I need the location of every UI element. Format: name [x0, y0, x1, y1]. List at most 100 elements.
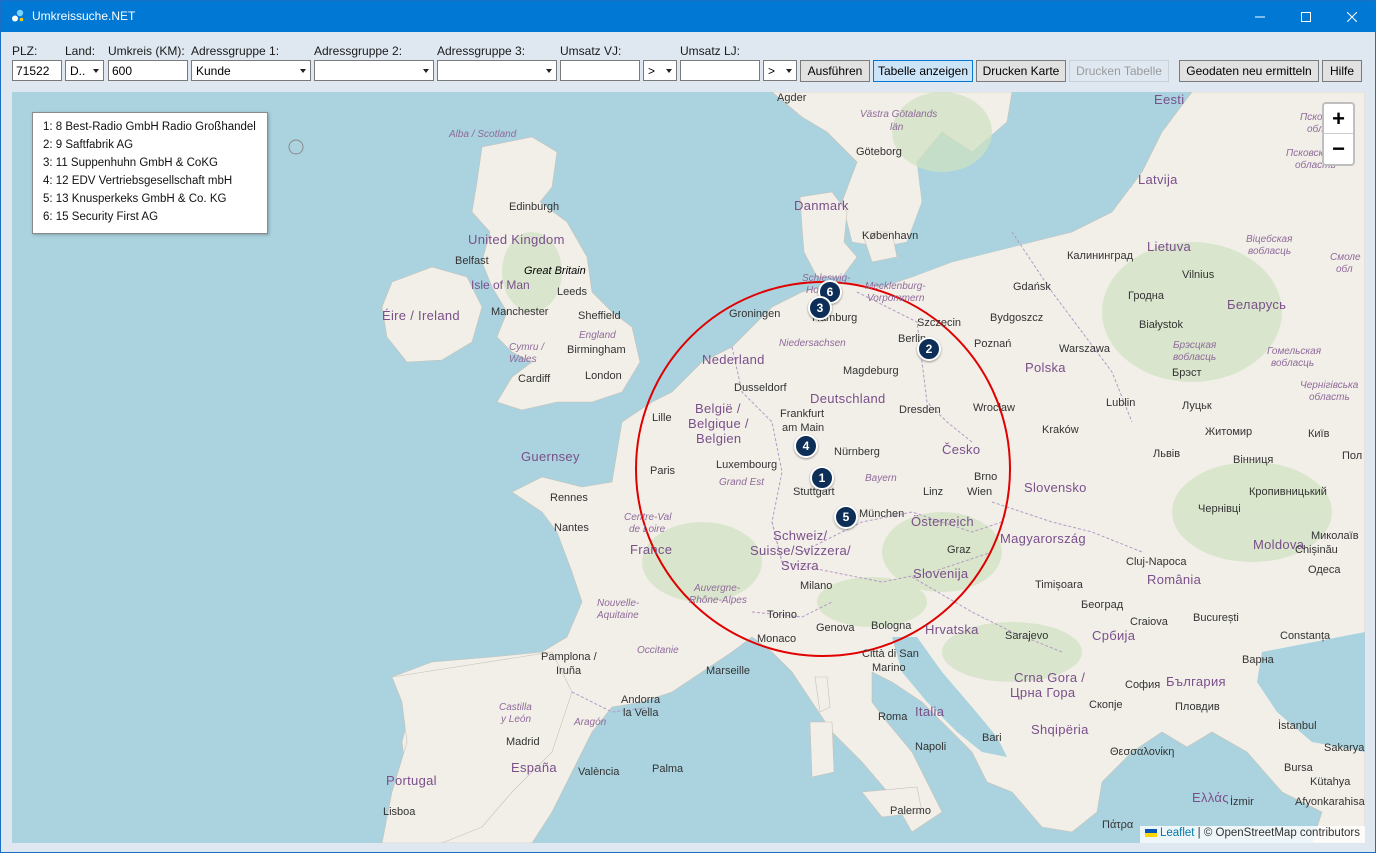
- ausfuehren-button[interactable]: Ausführen: [800, 60, 870, 82]
- map-label-schweiz3: Svizra: [781, 558, 819, 573]
- map-city-nantes: Nantes: [554, 522, 589, 534]
- drucken-karte-button[interactable]: Drucken Karte: [976, 60, 1066, 82]
- map-region-nouvelle2: Aquitaine: [597, 610, 639, 621]
- map-label-srbija: Србија: [1092, 628, 1136, 643]
- land-select[interactable]: D..: [65, 60, 104, 81]
- legend-item: 2: 9 Saftfabrik AG: [43, 139, 134, 151]
- map-label-schweiz2: Suisse/Svizzera/: [750, 543, 851, 558]
- map-marker-2[interactable]: 2: [917, 337, 941, 361]
- map-label-ellas: Ελλάς: [1192, 790, 1229, 805]
- map-label-portugal: Portugal: [386, 773, 437, 788]
- map-city-thessaloniki: Θεσσαλονίκη: [1110, 746, 1175, 758]
- maximize-button[interactable]: [1283, 1, 1329, 32]
- minimize-button[interactable]: [1237, 1, 1283, 32]
- map-view[interactable]: Eesti Latvija Lietuva Danmark United Kin…: [12, 92, 1365, 843]
- map-region-chernih1: Чернігівська: [1300, 380, 1359, 391]
- map-label-hrvatska: Hrvatska: [925, 622, 979, 637]
- map-label-guernsey: Guernsey: [521, 449, 580, 464]
- map-city-paris: Paris: [650, 465, 676, 477]
- map-city-vilnius: Vilnius: [1182, 269, 1215, 281]
- map-city-constanta: Constanța: [1280, 630, 1331, 642]
- map-city-marseille: Marseille: [706, 665, 751, 677]
- map-city-genova: Genova: [816, 622, 855, 634]
- map-city-citta1: Città di San: [862, 648, 919, 660]
- map-city-bari: Bari: [982, 732, 1002, 744]
- app-window: Umkreissuche.NET PLZ: 71522 Land: D.. Um…: [0, 0, 1376, 853]
- map-city-bucuresti: București: [1193, 612, 1239, 624]
- map-city-goteborg: Göteborg: [856, 146, 902, 158]
- umsatz-vj-operator-select[interactable]: >: [643, 60, 677, 81]
- map-label-lietuva: Lietuva: [1147, 239, 1192, 254]
- map-marker-3[interactable]: 3: [808, 296, 832, 320]
- map-city-warszawa: Warszawa: [1059, 343, 1110, 355]
- map-city-andorra2: la Vella: [623, 707, 659, 719]
- map-city-napoli: Napoli: [915, 741, 947, 753]
- hilfe-button[interactable]: Hilfe: [1322, 60, 1362, 82]
- map-city-kyiv: Київ: [1308, 428, 1330, 440]
- adressgruppe2-select[interactable]: [314, 60, 434, 81]
- map-city-magdeburg: Magdeburg: [843, 365, 899, 377]
- map-region-niedersachsen: Niedersachsen: [779, 338, 846, 349]
- map-marker-1[interactable]: 1: [810, 466, 834, 490]
- map-region-grand-est: Grand Est: [719, 477, 765, 488]
- map-city-palermo: Palermo: [890, 805, 931, 817]
- map-city-pamplona1: Pamplona /: [541, 651, 597, 663]
- map-label-espana: España: [511, 760, 557, 775]
- plz-input[interactable]: 71522: [12, 60, 62, 81]
- map-region-centre2: de Loire: [629, 524, 666, 535]
- adressgruppe1-select[interactable]: Kunde: [191, 60, 311, 81]
- map-city-isle-of-man: Isle of Man: [471, 278, 530, 292]
- map-marker-5[interactable]: 5: [834, 505, 858, 529]
- map-city-craiova: Craiova: [1130, 616, 1168, 628]
- map-region-alba: Alba / Scotland: [449, 129, 517, 140]
- close-button[interactable]: [1329, 1, 1375, 32]
- map-region-cymru2: Wales: [509, 354, 537, 365]
- map-city-grodno: Гродна: [1128, 290, 1164, 302]
- map-label-crna-gora2: Црна Гора: [1010, 685, 1076, 700]
- map-city-cardiff: Cardiff: [518, 373, 551, 385]
- map-city-torino: Torino: [767, 609, 797, 621]
- drucken-tabelle-button[interactable]: Drucken Tabelle: [1069, 60, 1169, 82]
- umsatz-lj-input[interactable]: [680, 60, 760, 81]
- map-label-schweiz1: Schweiz/: [773, 528, 828, 543]
- umsatz-lj-operator-value: >: [768, 64, 776, 78]
- map-city-lutsk: Луцьк: [1182, 400, 1212, 412]
- map-region-castilla1: Castilla: [499, 702, 532, 713]
- zoom-out-button[interactable]: −: [1324, 134, 1353, 164]
- zoom-in-button[interactable]: +: [1324, 104, 1353, 134]
- map-region-gomel1: Гомельская: [1267, 346, 1322, 357]
- map-marker-4[interactable]: 4: [794, 434, 818, 458]
- zoom-control: + −: [1322, 102, 1355, 166]
- map-city-vinnytsia: Вінниця: [1233, 454, 1274, 466]
- adressgruppe3-select[interactable]: [437, 60, 557, 81]
- app-icon: [12, 9, 24, 22]
- tabelle-anzeigen-button[interactable]: Tabelle anzeigen: [873, 60, 973, 82]
- leaflet-link[interactable]: Leaflet: [1160, 827, 1195, 839]
- map-city-groningen: Groningen: [729, 308, 781, 320]
- adressgruppe3-label: Adressgruppe 3:: [437, 44, 526, 58]
- umkreis-input[interactable]: 600: [108, 60, 188, 81]
- land-label: Land:: [65, 44, 96, 58]
- map-city-leeds: Leeds: [557, 286, 587, 298]
- chevron-down-icon: [546, 69, 552, 73]
- umsatz-lj-operator-select[interactable]: >: [763, 60, 797, 81]
- chevron-down-icon: [423, 69, 429, 73]
- map-region-gomel2: вобласць: [1271, 358, 1315, 369]
- map-label-romania: România: [1147, 572, 1202, 587]
- map-city-rennes: Rennes: [550, 492, 588, 504]
- map-city-szczecin: Szczecin: [917, 317, 962, 329]
- map-city-citta2: Marino: [872, 662, 906, 674]
- map-region-castilla2: y León: [501, 714, 532, 725]
- geodaten-neu-ermitteln-button[interactable]: Geodaten neu ermitteln: [1179, 60, 1319, 82]
- map-city-bydgoszcz: Bydgoszcz: [990, 312, 1044, 324]
- map-city-timisoara: Timișoara: [1035, 579, 1083, 591]
- map-region-bayern: Bayern: [865, 473, 897, 484]
- map-city-lviv: Львів: [1153, 448, 1181, 460]
- map-label-magyarorszag: Magyarország: [1000, 531, 1086, 546]
- umsatz-vj-input[interactable]: [560, 60, 640, 81]
- map-region-meck2: Vorpommern: [867, 293, 925, 304]
- ukraine-flag-icon: [1144, 829, 1157, 837]
- map-city-palma: Palma: [652, 763, 684, 775]
- map-region-auvergne1: Auvergne-: [694, 583, 741, 594]
- search-toolbar: PLZ: 71522 Land: D.. Umkreis (KM): 600 A…: [1, 32, 1375, 90]
